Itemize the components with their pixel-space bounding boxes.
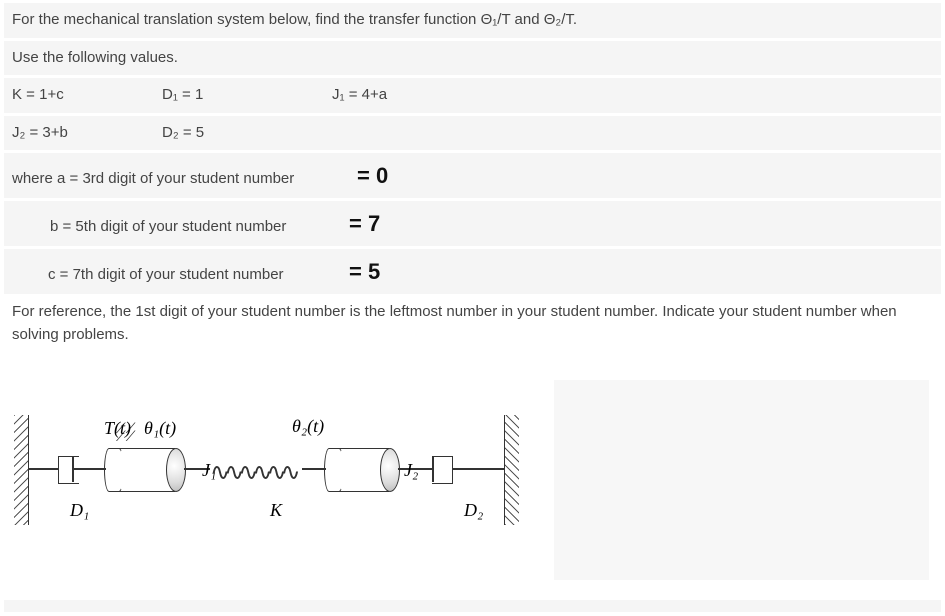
param-J1: J₁ = 4+a (332, 84, 482, 107)
where-a-value: = 0 (357, 159, 388, 192)
label-theta1: θ₁(t) (144, 418, 176, 439)
label-J2: J₂ (404, 460, 418, 481)
where-b-value: = 7 (349, 207, 380, 240)
label-D2: D₂ (464, 500, 483, 521)
shaft-segment (302, 468, 326, 470)
reference-text: For reference, the 1st digit of your stu… (12, 303, 897, 343)
label-Tt: T(t) (104, 418, 131, 439)
label-D1: D₁ (70, 500, 89, 521)
side-blank-panel (554, 380, 929, 580)
shaft-segment (72, 468, 106, 470)
intro-line: For the mechanical translation system be… (4, 3, 941, 38)
where-b-line: b = 5th digit of your student number = 7 (4, 201, 941, 246)
param-D1: D₁ = 1 (162, 84, 332, 107)
shaft-segment (452, 468, 504, 470)
use-values-text: Use the following values. (12, 47, 178, 70)
param-K: K = 1+c (12, 84, 162, 107)
damper-D2-icon (432, 456, 453, 484)
where-a-text: where a = 3rd digit of your student numb… (12, 168, 357, 191)
label-K: K (270, 500, 282, 521)
right-wall-icon (504, 415, 518, 525)
intro-text: For the mechanical translation system be… (12, 9, 577, 32)
mechanical-system-figure: ⟋⟋⟋⟋ ∿∿∿∿∿∿ T(t) θ₁(t) θ₂(t) J₁ J₂ D₁ D₂… (4, 380, 544, 560)
label-J1: J₁ (202, 460, 216, 481)
params-row-2: J₂ = 3+b D₂ = 5 (4, 116, 941, 151)
spring-K-icon: ∿∿∿∿∿∿ (210, 458, 295, 487)
where-c-value: = 5 (349, 255, 380, 288)
reference-line: For reference, the 1st digit of your stu… (4, 297, 941, 350)
label-theta2: θ₂(t) (292, 416, 324, 437)
use-values-line: Use the following values. (4, 41, 941, 76)
inertia-J1-end (166, 448, 186, 492)
param-D2: D₂ = 5 (162, 122, 312, 145)
params-row-1: K = 1+c D₁ = 1 J₁ = 4+a (4, 78, 941, 113)
where-c-text: c = 7th digit of your student number (48, 264, 349, 287)
where-c-line: c = 7th digit of your student number = 5 (4, 249, 941, 294)
damper-D1-icon (58, 456, 79, 484)
where-b-text: b = 5th digit of your student number (50, 216, 349, 239)
figure-area: ⟋⟋⟋⟋ ∿∿∿∿∿∿ T(t) θ₁(t) θ₂(t) J₁ J₂ D₁ D₂… (4, 380, 941, 580)
param-J2: J₂ = 3+b (12, 122, 162, 145)
bottom-strip (4, 600, 941, 612)
shaft-segment (28, 468, 58, 470)
where-a-line: where a = 3rd digit of your student numb… (4, 153, 941, 198)
inertia-J2-end (380, 448, 400, 492)
left-wall-icon (14, 415, 28, 525)
